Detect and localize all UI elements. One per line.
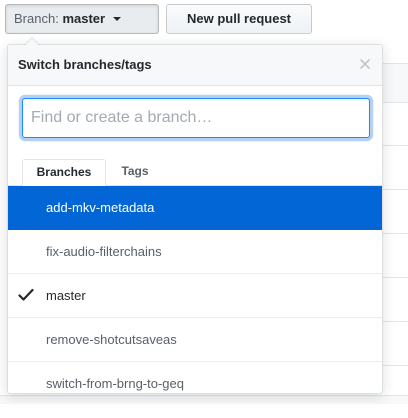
- branch-tag-tabs: Branches Tags: [8, 155, 382, 186]
- branch-item-fix-audio-filterchains[interactable]: fix-audio-filterchains: [8, 230, 382, 274]
- caret-down-icon: [112, 16, 121, 21]
- tab-tags[interactable]: Tags: [110, 159, 160, 186]
- background-row: [383, 365, 408, 366]
- branch-item-switch-from-brng-to-geq[interactable]: switch-from-brng-to-geq: [8, 362, 382, 406]
- background-file-header: [383, 63, 408, 103]
- branch-selector-prefix: Branch:: [14, 11, 59, 26]
- branch-filter-input[interactable]: [22, 98, 370, 138]
- tab-branches[interactable]: Branches: [22, 159, 106, 186]
- dropdown-filter: [8, 86, 382, 148]
- check-icon: [18, 288, 34, 301]
- new-pull-request-button[interactable]: New pull request: [166, 4, 312, 34]
- close-icon[interactable]: [358, 57, 372, 71]
- background-row: [383, 277, 408, 278]
- branch-item-label: master: [46, 288, 86, 303]
- background-row: [383, 189, 408, 190]
- branch-item-label: switch-from-brng-to-geq: [46, 376, 184, 391]
- background-row: [383, 233, 408, 234]
- branch-item-label: fix-audio-filterchains: [46, 244, 162, 259]
- background-row: [383, 145, 408, 146]
- dropdown-header: Switch branches/tags: [8, 45, 382, 86]
- branch-item-label: add-mkv-metadata: [46, 200, 155, 215]
- background-row: [383, 321, 408, 322]
- dropdown-title: Switch branches/tags: [18, 57, 152, 72]
- branch-item-add-mkv-metadata[interactable]: add-mkv-metadata: [8, 186, 382, 230]
- branch-item-master[interactable]: master: [8, 274, 382, 318]
- branch-list: add-mkv-metadata fix-audio-filterchains …: [8, 186, 382, 406]
- branch-item-label: remove-shotcutsaveas: [46, 332, 177, 347]
- branch-selector-current: master: [62, 11, 106, 26]
- branch-item-remove-shotcutsaveas[interactable]: remove-shotcutsaveas: [8, 318, 382, 362]
- branch-switcher-dropdown: Switch branches/tags Branches Tags add-m…: [7, 37, 383, 394]
- repo-page: Branch: master New pull request Switch b…: [0, 0, 408, 418]
